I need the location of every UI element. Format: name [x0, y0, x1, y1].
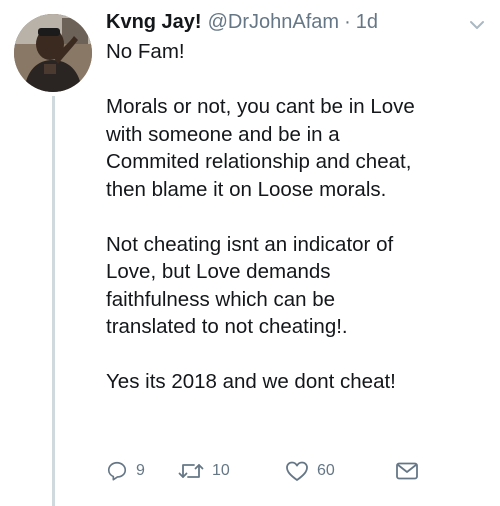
tweet-line: Commited relationship and cheat, — [106, 150, 412, 173]
thread-line — [52, 96, 55, 506]
heart-icon — [286, 461, 308, 481]
tweet-line: Love, but Love demands — [106, 260, 331, 283]
reply-count: 9 — [136, 462, 145, 479]
tweet-line: faithfulness which can be — [106, 287, 336, 311]
chevron-down-icon[interactable] — [466, 14, 488, 36]
tweet-line: Morals or not, you cant be in Love — [106, 95, 415, 118]
retweet-icon — [178, 464, 204, 478]
direct-message-button[interactable] — [395, 461, 419, 481]
reply-icon — [107, 461, 127, 481]
like-count: 60 — [317, 462, 335, 479]
retweet-button[interactable]: 10 — [178, 460, 285, 482]
tweet: Kvng Jay! @DrJohnAfam · 1d No Fam! Moral… — [106, 8, 486, 396]
tweet-line: No Fam! — [106, 40, 185, 63]
tweet-text: No Fam! Morals or not, you cant be in Lo… — [106, 38, 486, 396]
display-name[interactable]: Kvng Jay! — [106, 8, 202, 36]
avatar[interactable] — [14, 14, 92, 92]
tweet-header: Kvng Jay! @DrJohnAfam · 1d — [106, 8, 486, 36]
timestamp[interactable]: 1d — [356, 8, 378, 36]
retweet-count: 10 — [212, 462, 230, 479]
tweet-line: Not cheating isnt an indicator of — [106, 232, 394, 256]
like-button[interactable]: 60 — [285, 460, 395, 482]
avatar-photo — [14, 14, 92, 92]
tweet-actions: 9 10 60 — [106, 456, 446, 486]
envelope-icon — [396, 462, 418, 480]
tweet-line: translated to not cheating!. — [106, 315, 348, 338]
reply-button[interactable]: 9 — [106, 460, 178, 482]
separator-dot: · — [344, 11, 351, 33]
user-handle[interactable]: @DrJohnAfam — [208, 8, 339, 36]
tweet-line: Yes its 2018 and we dont cheat! — [106, 370, 396, 393]
tweet-line: then blame it on Loose morals. — [106, 177, 387, 201]
tweet-line: with someone and be in a — [106, 122, 340, 146]
